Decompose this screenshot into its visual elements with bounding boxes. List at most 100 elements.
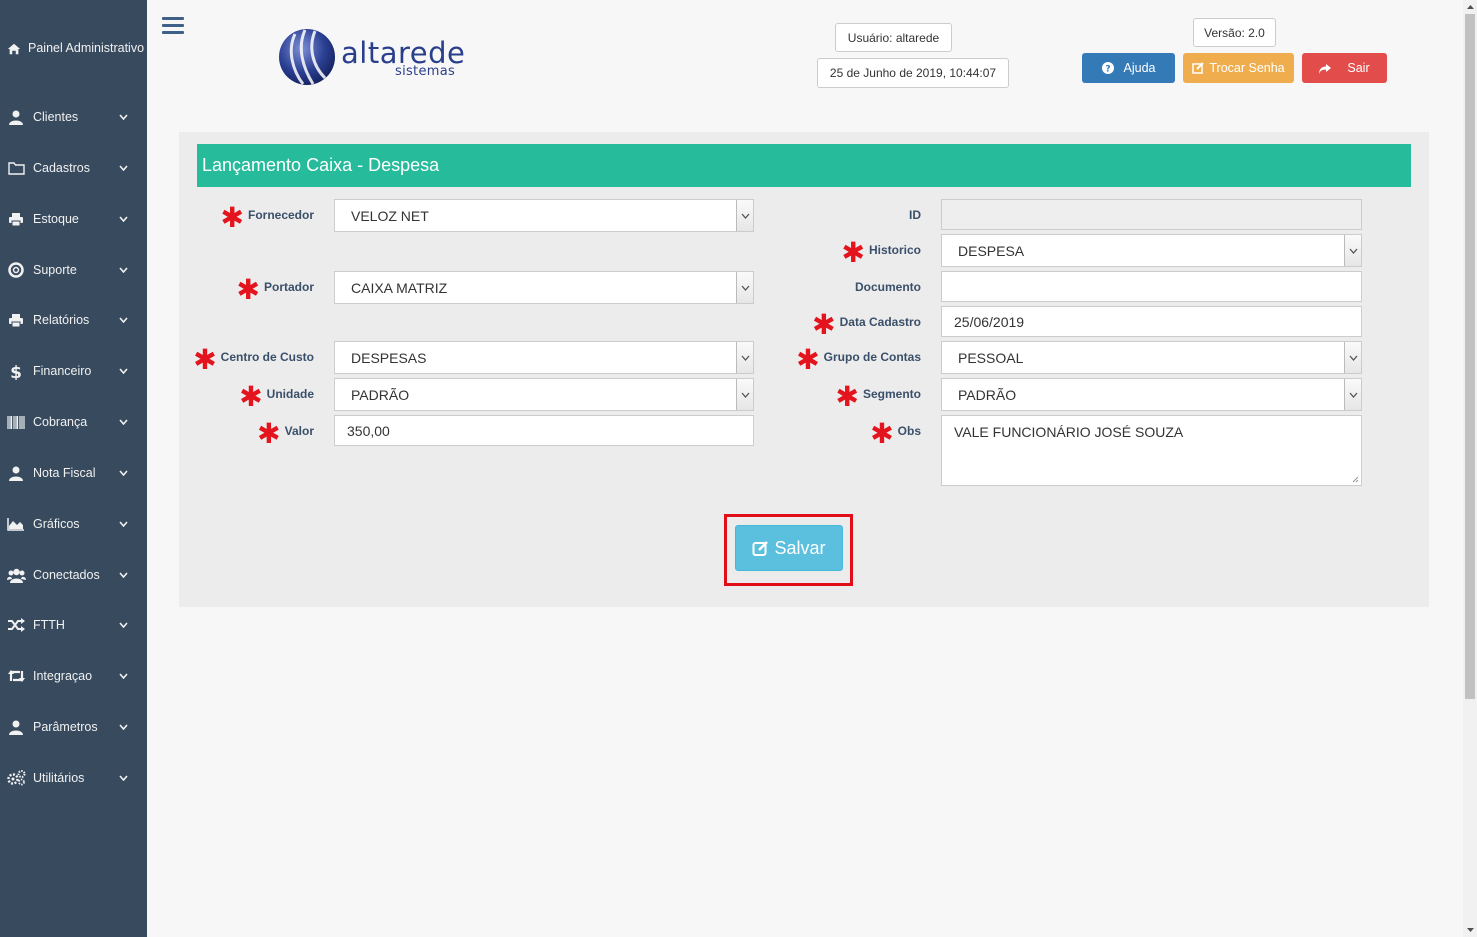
svg-text:$: $ [10, 363, 22, 380]
sidebar-item-label: Clientes [33, 110, 79, 124]
valor-input[interactable]: 350,00 [334, 415, 754, 446]
required-icon: ✱ [236, 274, 260, 305]
sidebar-item-clientes[interactable]: Clientes [0, 108, 147, 126]
obs-label: ✱ Obs [870, 418, 921, 449]
chevron-down-icon [736, 379, 753, 410]
sidebar-item-nota-fiscal[interactable]: Nota Fiscal [0, 464, 147, 482]
chevron-down-icon [736, 272, 753, 303]
logout-button[interactable]: Sair [1302, 53, 1387, 83]
obs-textarea[interactable]: VALE FUNCIONÁRIO JOSÉ SOUZA [941, 415, 1362, 486]
home-icon [7, 42, 21, 56]
fornecedor-select[interactable]: VELOZ NET [334, 199, 754, 232]
logo-subtext: sistemas [395, 64, 456, 79]
user-icon [6, 110, 26, 125]
chevron-down-icon [113, 572, 133, 578]
id-label: ID [909, 208, 921, 222]
dollar-icon: $ [6, 363, 26, 380]
change-password-button[interactable]: Trocar Senha [1183, 53, 1294, 83]
random-icon [6, 618, 26, 632]
chevron-down-icon [736, 200, 753, 231]
documento-label: Documento [855, 280, 921, 294]
required-icon: ✱ [193, 344, 217, 375]
sidebar-item-relatorios[interactable]: Relatórios [0, 311, 147, 329]
printer-icon [6, 313, 26, 328]
chevron-down-icon [113, 470, 133, 476]
lifebuoy-icon [6, 262, 26, 278]
centro-custo-select[interactable]: DESPESAS [334, 341, 754, 374]
share-icon [1319, 63, 1332, 74]
version-info: Versão: 2.0 [1193, 18, 1276, 47]
sidebar-item-conectados[interactable]: Conectados [0, 566, 147, 584]
grupo-contas-select[interactable]: PESSOAL [941, 341, 1362, 374]
sidebar-item-integracao[interactable]: Integraçao [0, 667, 147, 685]
form-title: Lançamento Caixa - Despesa [197, 144, 1411, 187]
unidade-select[interactable]: PADRÃO [334, 378, 754, 411]
save-button[interactable]: Salvar [735, 525, 843, 571]
scroll-down-icon[interactable] [1463, 923, 1477, 937]
area-chart-icon [6, 517, 26, 531]
printer-icon [6, 212, 26, 227]
sidebar-item-label: Relatórios [33, 313, 90, 327]
required-icon: ✱ [835, 381, 859, 412]
menu-toggle-icon[interactable] [162, 17, 184, 35]
chevron-down-icon [113, 419, 133, 425]
save-label: Salvar [774, 537, 826, 558]
barcode-icon [6, 415, 26, 429]
id-input [941, 199, 1362, 230]
valor-label: ✱ Valor [257, 418, 314, 449]
documento-input[interactable] [941, 271, 1362, 302]
sidebar-item-label: Integraçao [33, 669, 93, 683]
change-password-label: Trocar Senha [1209, 61, 1285, 75]
required-icon: ✱ [812, 309, 836, 340]
edit-icon [752, 540, 769, 557]
sidebar-item-ftth[interactable]: FTTH [0, 616, 147, 634]
scroll-thumb[interactable] [1465, 14, 1475, 699]
vertical-scrollbar[interactable] [1463, 0, 1477, 937]
historico-label: ✱ Historico [841, 237, 921, 268]
chevron-down-icon [113, 521, 133, 527]
scroll-up-icon[interactable] [1463, 0, 1477, 14]
logo: altarede sistemas [277, 26, 467, 88]
sidebar-item-painel[interactable]: Painel Administrativo [0, 40, 147, 57]
help-button[interactable]: ? Ajuda [1082, 53, 1175, 83]
sidebar-item-label: Conectados [33, 568, 100, 582]
sidebar-item-suporte[interactable]: Suporte [0, 261, 147, 279]
chevron-down-icon [113, 673, 133, 679]
required-icon: ✱ [220, 202, 244, 233]
sidebar-item-graficos[interactable]: Gráficos [0, 515, 147, 533]
chevron-down-icon [113, 317, 133, 323]
portador-select[interactable]: CAIXA MATRIZ [334, 271, 754, 304]
sidebar-item-estoque[interactable]: Estoque [0, 210, 147, 228]
cogs-icon [6, 770, 26, 786]
logout-label: Sair [1347, 61, 1370, 75]
sidebar: Painel Administrativo Clientes Cadastros E… [0, 0, 147, 937]
required-icon: ✱ [841, 237, 865, 268]
sidebar-item-cadastros[interactable]: Cadastros [0, 159, 147, 177]
sidebar-item-label: Financeiro [33, 364, 92, 378]
historico-select[interactable]: DESPESA [941, 234, 1362, 267]
chevron-down-icon [113, 114, 133, 120]
datetime-info: 25 de Junho de 2019, 10:44:07 [817, 58, 1009, 88]
sidebar-item-parametros[interactable]: Parâmetros [0, 718, 147, 736]
svg-text:?: ? [1105, 65, 1110, 75]
segmento-select[interactable]: PADRÃO [941, 378, 1362, 411]
sidebar-item-cobranca[interactable]: Cobrança [0, 413, 147, 431]
sidebar-item-label: FTTH [33, 618, 65, 632]
portador-label: ✱ Portador [236, 274, 314, 305]
sidebar-item-label: Utilitários [33, 771, 85, 785]
sidebar-item-label: Cadastros [33, 161, 90, 175]
chevron-down-icon [113, 165, 133, 171]
required-icon: ✱ [870, 418, 894, 449]
sidebar-item-label: Cobrança [33, 415, 88, 429]
resize-grip-icon[interactable] [1351, 475, 1359, 483]
sidebar-item-label: Nota Fiscal [33, 466, 96, 480]
sidebar-item-label: Parâmetros [33, 720, 98, 734]
required-icon: ✱ [257, 418, 281, 449]
users-icon [6, 568, 26, 583]
sidebar-item-utilitarios[interactable]: Utilitários [0, 769, 147, 787]
sidebar-item-financeiro[interactable]: $ Financeiro [0, 362, 147, 380]
grupo-contas-label: ✱ Grupo de Contas [796, 344, 921, 375]
data-cadastro-input[interactable]: 25/06/2019 [941, 306, 1362, 337]
chevron-down-icon [113, 724, 133, 730]
sidebar-item-label: Painel Administrativo [28, 41, 145, 55]
